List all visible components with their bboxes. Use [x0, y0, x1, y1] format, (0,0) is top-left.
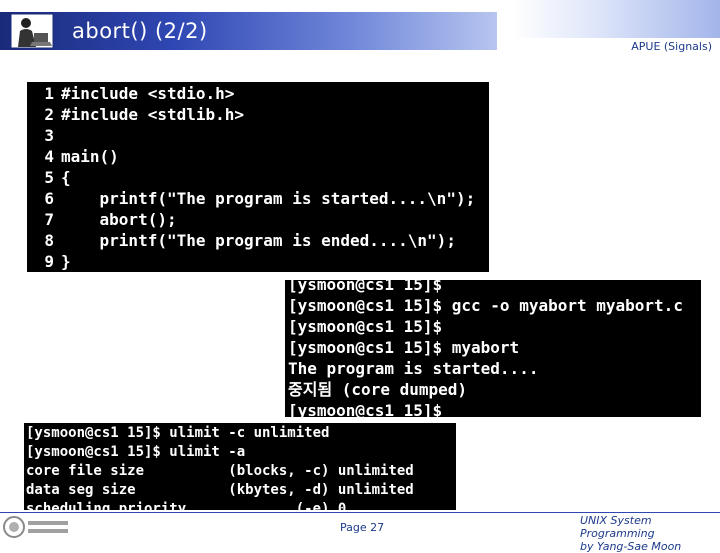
line-number: 8 — [44, 231, 54, 250]
terminal-line: [ysmoon@cs1 15]$ — [288, 317, 443, 336]
title-bar-gradient — [512, 0, 720, 38]
code-text: #include <stdio.h> — [61, 84, 235, 103]
line-number: 4 — [44, 147, 54, 166]
terminal-line: [ysmoon@cs1 15]$ — [288, 280, 443, 294]
ulimit-output-panel: [ysmoon@cs1 15]$ ulimit -c unlimited [ysm… — [24, 423, 456, 510]
terminal-line: [ysmoon@cs1 15]$ — [288, 401, 443, 417]
code-line: 3 — [27, 125, 489, 146]
line-number: 3 — [44, 126, 54, 145]
terminal-line: The program is started.... — [288, 359, 539, 378]
course-section-label: APUE (Signals) — [631, 40, 712, 53]
terminal-line: [ysmoon@cs1 15]$ gcc -o myabort myabort.… — [288, 296, 683, 315]
code-text: } — [61, 252, 71, 271]
code-text: printf("The program is ended....\n"); — [61, 231, 456, 250]
ulimit-line: [ysmoon@cs1 15]$ ulimit -c unlimited — [26, 425, 330, 441]
code-text: #include <stdlib.h> — [61, 105, 245, 124]
code-text: abort(); — [61, 210, 177, 229]
code-line: 1 #include <stdio.h> — [27, 83, 489, 104]
code-line: 8 printf("The program is ended....\n"); — [27, 230, 489, 251]
code-text: main() — [61, 147, 119, 166]
footer-author: by Yang-Sae Moon — [580, 540, 682, 553]
page-number: Page 27 — [340, 521, 385, 534]
code-line: 7 abort(); — [27, 209, 489, 230]
ulimit-line: [ysmoon@cs1 15]$ ulimit -a — [26, 444, 246, 460]
code-text: printf("The program is started....\n"); — [61, 189, 476, 208]
code-line: 5{ — [27, 167, 489, 188]
university-logo — [3, 516, 68, 538]
person-at-computer-icon — [10, 13, 54, 49]
footer-course-title: UNIX System Programming — [580, 514, 655, 540]
line-number: 1 — [44, 84, 54, 103]
code-line: 9} — [27, 251, 489, 272]
page-title: abort() (2/2) — [72, 19, 208, 43]
line-number: 7 — [44, 210, 54, 229]
line-number: 6 — [44, 189, 54, 208]
line-number: 2 — [44, 105, 54, 124]
terminal-line: 중지됨 (core dumped) — [288, 380, 468, 399]
footer-divider — [0, 512, 720, 513]
code-line: 2 #include <stdlib.h> — [27, 104, 489, 125]
terminal-line: [ysmoon@cs1 15]$ myabort — [288, 338, 520, 357]
line-number: 9 — [44, 252, 54, 271]
ulimit-line: data seg size (kbytes, -d) unlimited — [26, 482, 414, 498]
line-number: 5 — [44, 168, 54, 187]
ulimit-line: core file size (blocks, -c) unlimited — [26, 463, 414, 479]
footer-course-info: UNIX System Programming by Yang-Sae Moon — [580, 514, 720, 553]
terminal-output-panel: [ysmoon@cs1 15]$ [ysmoon@cs1 15]$ gcc -o … — [285, 280, 701, 417]
source-code-panel: 1 #include <stdio.h> 2 #include <stdlib.h> 3… — [27, 82, 489, 272]
code-line: 4 main() — [27, 146, 489, 167]
code-text: { — [61, 168, 71, 187]
ulimit-line: scheduling priority (-e) 0 — [26, 501, 347, 510]
code-line: 6 printf("The program is started....\n")… — [27, 188, 489, 209]
